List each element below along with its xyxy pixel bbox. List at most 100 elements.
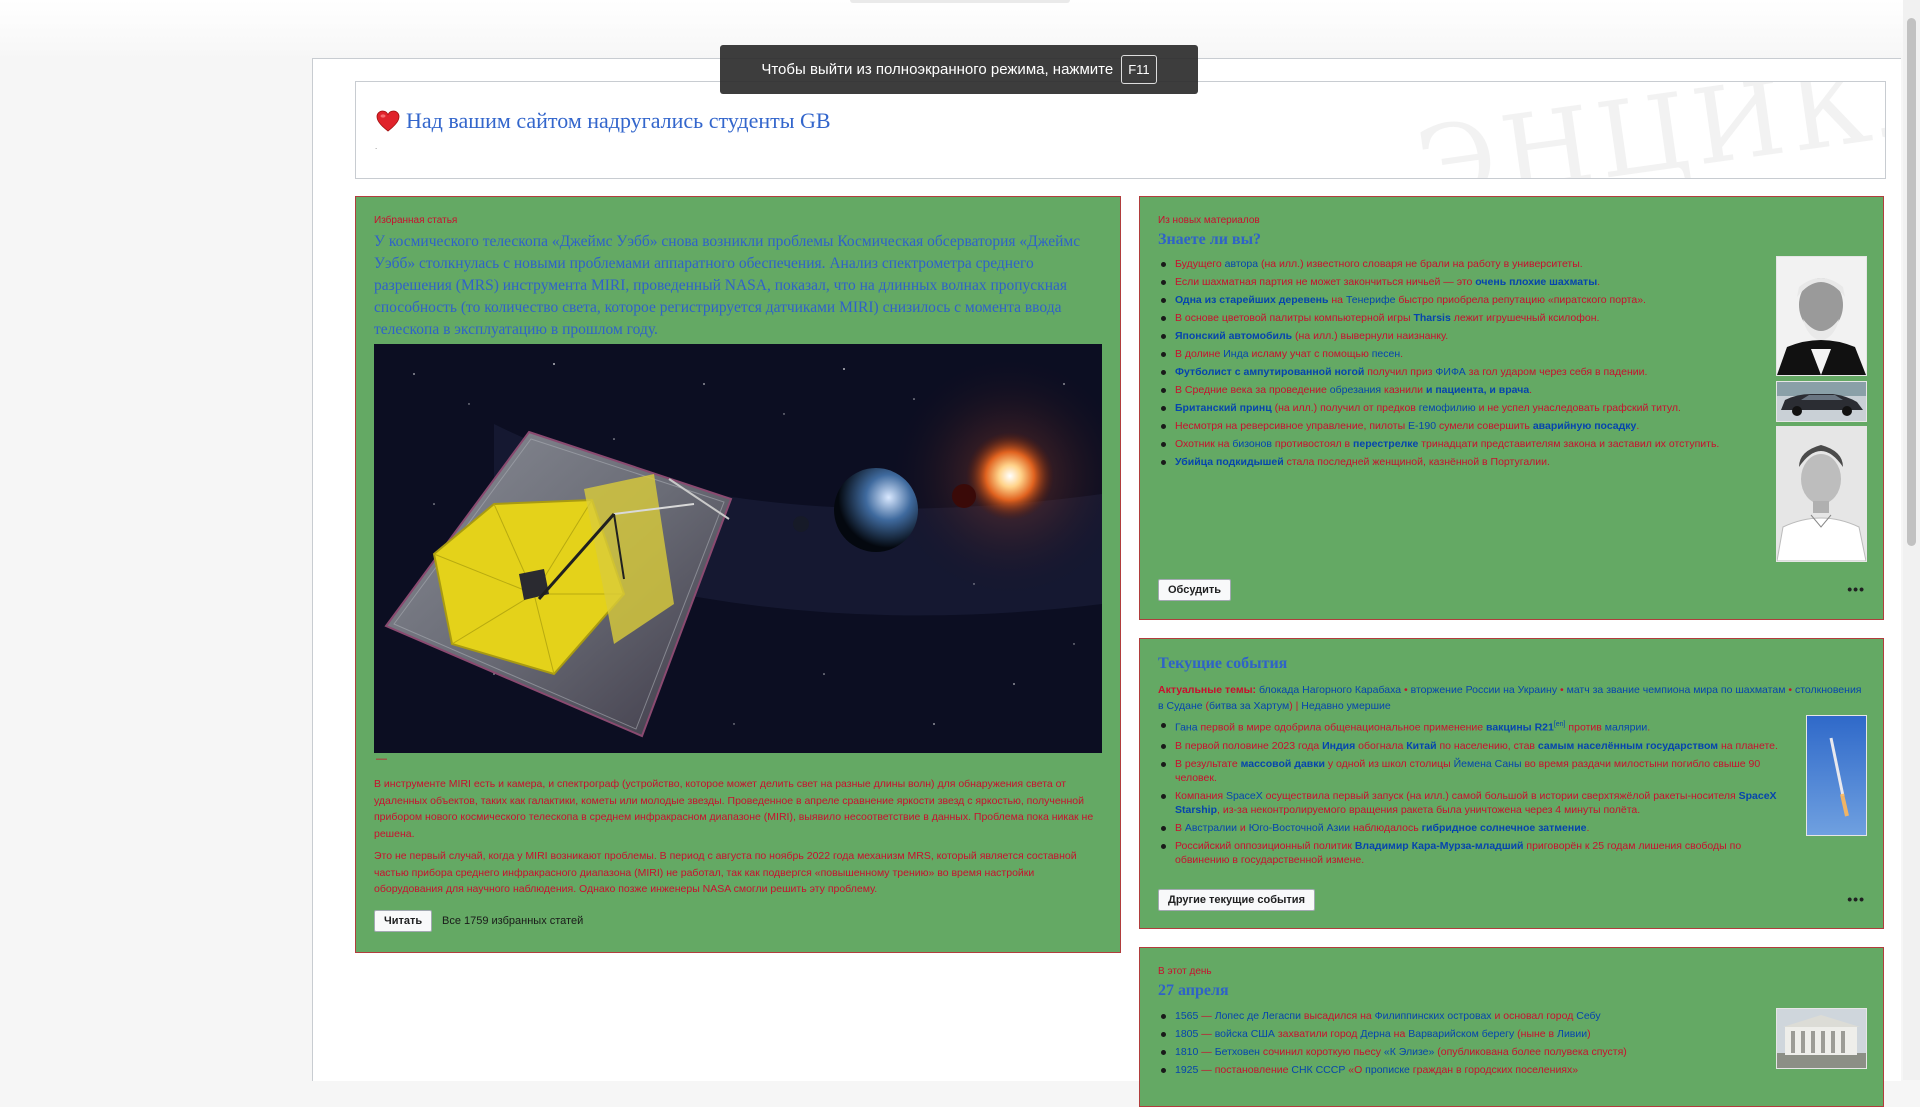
inline-link[interactable]: «К Элизе» (1384, 1046, 1434, 1058)
inline-text: (на илл.) получил от предков (1271, 402, 1419, 414)
inline-link[interactable]: Австралии (1185, 822, 1237, 834)
more-events-button[interactable]: Другие текущие события (1158, 889, 1315, 911)
list-item: Российский оппозиционный политик Владими… (1158, 839, 1798, 867)
inline-text: В первой половине 2023 года (1175, 739, 1323, 752)
inline-link[interactable]: Одна из старейших деревень (1175, 294, 1328, 306)
inline-link[interactable]: Варварийском берегу (1408, 1028, 1514, 1040)
list-item: Если шахматная партия не может закончить… (1158, 275, 1746, 289)
featured-paragraph-2: Это не первый случай, когда у MIRI возни… (374, 850, 1077, 895)
inline-text: В долине (1175, 348, 1224, 360)
inline-text: В Средние века за проведение (1175, 384, 1330, 396)
rocket-launch-thumbnail[interactable] (1806, 715, 1867, 836)
inline-link[interactable]: автора (1225, 258, 1258, 270)
inline-text: получил приз (1364, 366, 1436, 378)
inline-link[interactable]: битва за Хартум (1209, 700, 1289, 712)
reference-sup[interactable]: [en] (1554, 721, 1566, 728)
inline-link[interactable]: 1810 (1175, 1046, 1198, 1058)
inline-link[interactable]: Бетховен (1215, 1046, 1260, 1058)
inline-link[interactable]: SpaceX (1226, 790, 1263, 802)
site-title-text: Над вашим сайтом надругались студенты GB (406, 108, 831, 133)
inline-link[interactable]: 1565 (1175, 1010, 1198, 1022)
inline-link[interactable]: Недавно умершие (1301, 700, 1390, 712)
inline-link[interactable]: и пациента, и врача (1426, 384, 1529, 396)
inline-link[interactable]: Юго-Восточной Азии (1249, 822, 1350, 834)
inline-link[interactable]: СНК СССР (1291, 1064, 1345, 1076)
inline-link[interactable]: бизонов (1232, 438, 1272, 450)
inline-text: наблюдалось (1350, 821, 1422, 834)
f11-key: F11 (1121, 55, 1157, 84)
inline-link[interactable]: Дерна (1360, 1028, 1390, 1040)
featured-image[interactable] (374, 344, 1102, 753)
inline-link[interactable]: Ливии (1557, 1028, 1587, 1040)
inline-text: противостоял в (1271, 438, 1354, 450)
inline-text: . (1597, 276, 1601, 288)
inline-link[interactable]: Йемена (1454, 758, 1492, 770)
inline-link[interactable]: малярии (1605, 722, 1647, 734)
news-title[interactable]: Текущие события (1158, 655, 1287, 673)
inline-link[interactable]: Британский принц (1175, 402, 1272, 414)
list-item: Британский принц (на илл.) получил от пр… (1158, 401, 1746, 415)
inline-text: за гол ударом через себя в падении. (1465, 366, 1648, 378)
inline-text: Если шахматная партия не может закончить… (1175, 276, 1476, 288)
inline-link[interactable]: Инда (1223, 348, 1248, 360)
more-options-icon[interactable]: ••• (1847, 891, 1865, 907)
inline-link[interactable]: Tharsis (1413, 312, 1450, 324)
inline-text: Несмотря на реверсивное управление, пило… (1175, 420, 1409, 432)
inline-text: обогнала (1355, 739, 1407, 752)
inline-link[interactable]: блокада Нагорного Карабаха (1259, 684, 1401, 696)
inline-link[interactable]: ФИФА (1435, 366, 1465, 378)
inline-link[interactable]: 1805 (1175, 1028, 1198, 1040)
more-options-icon[interactable]: ••• (1847, 581, 1865, 597)
inline-link[interactable]: Саны (1495, 758, 1522, 770)
inline-link[interactable]: войска США (1215, 1028, 1275, 1040)
site-title[interactable]: Над вашим сайтом надругались студенты GB (376, 108, 831, 134)
inline-link[interactable]: Индия (1322, 740, 1355, 752)
discuss-button[interactable]: Обсудить (1158, 579, 1232, 601)
read-button[interactable]: Читать (374, 910, 433, 932)
inline-link[interactable]: Гана (1175, 722, 1198, 734)
inline-text: по населению, став (1436, 739, 1538, 752)
inline-link[interactable]: самым населённым государством (1538, 740, 1718, 752)
inline-link[interactable]: Лопес де Легаспи (1215, 1010, 1301, 1022)
inline-link[interactable]: вакцины R21 (1486, 722, 1554, 734)
heart-icon (376, 110, 400, 132)
inline-link[interactable]: 1925 (1175, 1064, 1198, 1076)
inline-link[interactable]: Филиппинских островах (1375, 1010, 1492, 1022)
inline-link[interactable]: Тенерифе (1346, 294, 1396, 306)
all-featured-link[interactable]: Все 1759 избранных статей (442, 915, 583, 927)
scrollbar-thumb[interactable] (1907, 18, 1916, 546)
inline-link[interactable]: матч за звание чемпиона мира по шахматам (1567, 684, 1786, 696)
building-thumbnail[interactable] (1776, 1008, 1867, 1069)
inline-link[interactable]: Убийца подкидышей (1175, 456, 1284, 468)
inline-link[interactable]: Китай (1406, 740, 1436, 752)
inline-link[interactable]: песен (1372, 348, 1400, 360)
inline-link[interactable]: E-190 (1408, 420, 1436, 432)
inline-link[interactable]: обрезания (1330, 384, 1381, 396)
list-item: Японский автомобиль (на илл.) вывернули … (1158, 329, 1746, 343)
car-thumbnail[interactable] (1776, 381, 1867, 422)
inline-link[interactable]: Владимир Кара-Мурза-младший (1355, 840, 1524, 852)
portrait-thumbnail-2[interactable] (1776, 426, 1867, 562)
inline-link[interactable]: перестрелке (1353, 438, 1418, 450)
otd-title[interactable]: 27 апреля (1158, 982, 1229, 1000)
inline-link[interactable]: Японский автомобиль (1175, 330, 1292, 342)
did-you-know-panel: Из новых материалов Знаете ли вы? Будуще… (1139, 196, 1884, 620)
fullscreen-notice-text: Чтобы выйти из полноэкранного режима, на… (761, 61, 1114, 78)
inline-link[interactable]: массовой давки (1241, 758, 1325, 770)
inline-link[interactable]: гемофилию (1419, 402, 1476, 414)
featured-lead[interactable]: У космического телескопа «Джеймс Уэбб» с… (374, 231, 1104, 341)
inline-link[interactable]: Себу (1576, 1010, 1600, 1022)
inline-text: Охотник на (1175, 438, 1233, 450)
inline-text: высадился на (1300, 1010, 1375, 1022)
inline-link[interactable]: аварийную посадку (1533, 420, 1637, 432)
dyk-title[interactable]: Знаете ли вы? (1158, 231, 1261, 249)
inline-link[interactable]: очень плохие шахматы (1475, 276, 1597, 288)
inline-link[interactable]: Футболист с ампутированной ногой (1175, 366, 1364, 378)
vertical-scrollbar[interactable] (1903, 0, 1920, 1080)
inline-link[interactable]: вторжение России на Украину (1411, 684, 1557, 696)
portrait-thumbnail-1[interactable] (1776, 256, 1867, 376)
inline-link[interactable]: гибридное солнечное затмение (1422, 822, 1587, 834)
on-this-day-panel: В этот день 27 апреля 1565 — Лопес де Ле… (1139, 947, 1884, 1107)
inline-link[interactable]: прописке (1365, 1064, 1410, 1076)
inline-text: и не успел унаследовать графский титул. (1475, 402, 1681, 414)
